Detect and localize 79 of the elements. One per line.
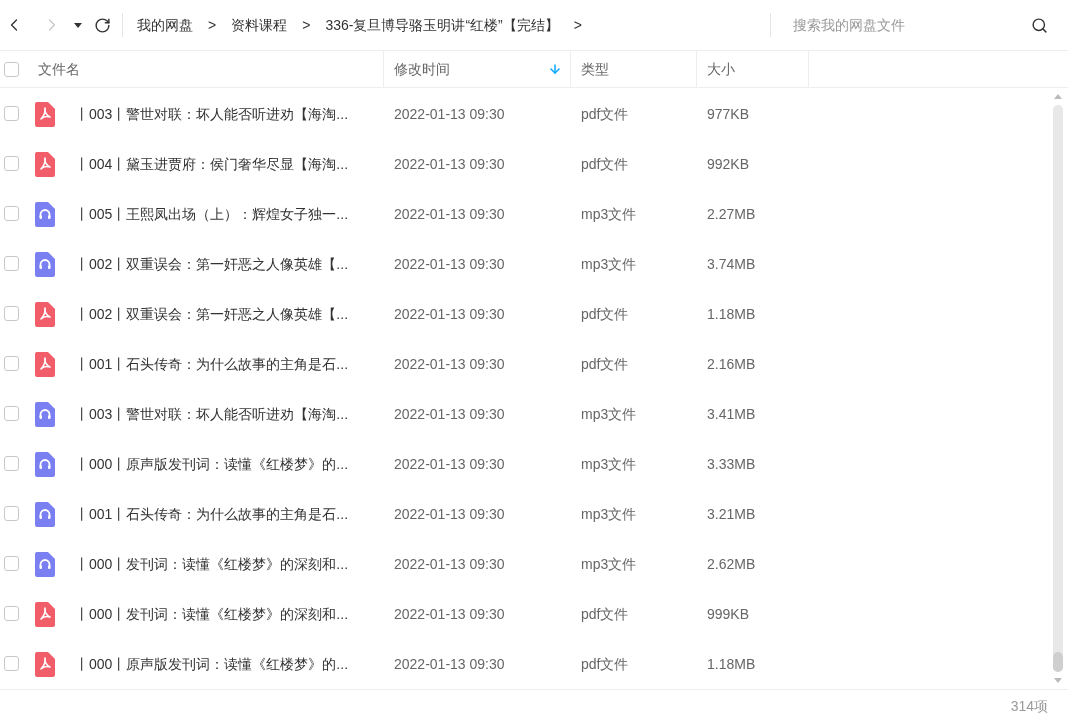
breadcrumb-link[interactable]: 我的网盘 [137, 14, 193, 36]
scroll-down-icon [1054, 678, 1062, 683]
file-size: 2.27MB [706, 204, 757, 224]
scroll-up-icon [1054, 94, 1062, 99]
column-header[interactable]: 文件名 [0, 51, 384, 87]
checkbox[interactable] [4, 256, 19, 271]
caret-icon [74, 22, 82, 28]
column-header[interactable]: 类型 [571, 51, 697, 87]
checkbox[interactable] [4, 406, 19, 421]
refresh-button[interactable] [92, 15, 112, 35]
file-size: 2.62MB [706, 554, 757, 574]
file-name[interactable]: 丨005丨王熙凤出场（上）：辉煌女子独一... [75, 203, 349, 225]
modified-time: 2022-01-13 09:30 [393, 154, 506, 174]
breadcrumb-link[interactable]: 336-复旦博导骆玉明讲“红楼”【完结】 [325, 14, 559, 36]
file-name[interactable]: 丨003丨警世对联：坏人能否听进劝【海淘... [75, 403, 349, 425]
modified-time: 2022-01-13 09:30 [393, 304, 506, 324]
file-type: pdf文件 [580, 104, 630, 124]
breadcrumb-separator: > [208, 15, 217, 35]
file-size: 977KB [706, 104, 751, 124]
modified-time: 2022-01-13 09:30 [393, 454, 506, 474]
file-name[interactable]: 丨000丨发刊词：读懂《红楼梦》的深刻和... [75, 603, 349, 625]
checkbox[interactable] [4, 556, 19, 571]
breadcrumb-link[interactable]: 资料课程 [231, 14, 288, 36]
modified-time: 2022-01-13 09:30 [393, 104, 506, 124]
file-size: 2.16MB [706, 354, 757, 374]
checkbox[interactable] [4, 656, 19, 671]
file-size: 3.21MB [706, 504, 757, 524]
file-name[interactable]: 丨002丨双重误会：第一奸恶之人像英雄【... [75, 253, 349, 275]
modified-time: 2022-01-13 09:30 [393, 504, 506, 524]
checkbox[interactable] [4, 456, 19, 471]
file-size: 3.33MB [706, 454, 757, 474]
file-name[interactable]: 丨002丨双重误会：第一奸恶之人像英雄【... [75, 303, 349, 325]
item-count: 314项 [1010, 697, 1048, 716]
modified-time: 2022-01-13 09:30 [393, 254, 506, 274]
file-name[interactable]: 丨004丨黛玉进贾府：侯门奢华尽显【海淘... [75, 153, 349, 175]
file-size: 1.18MB [706, 654, 757, 674]
checkbox[interactable] [4, 206, 19, 221]
column-header[interactable]: 大小 [697, 51, 809, 87]
file-type: mp3文件 [580, 404, 638, 424]
breadcrumb-separator: > [302, 15, 311, 35]
file-type: pdf文件 [580, 354, 630, 374]
file-name[interactable]: 丨003丨警世对联：坏人能否听进劝【海淘... [75, 103, 349, 125]
checkbox[interactable] [4, 356, 19, 371]
file-type: mp3文件 [580, 504, 638, 524]
column-header[interactable]: 修改时间 [384, 51, 571, 87]
file-type: pdf文件 [580, 604, 630, 624]
file-name[interactable]: 丨000丨原声版发刊词：读懂《红楼梦》的... [75, 653, 349, 675]
file-name[interactable]: 丨000丨原声版发刊词：读懂《红楼梦》的... [75, 453, 349, 475]
file-size: 1.18MB [706, 304, 757, 324]
checkbox[interactable] [4, 606, 19, 621]
file-size: 992KB [706, 154, 751, 174]
file-type: mp3文件 [580, 554, 638, 574]
checkbox[interactable] [4, 106, 19, 121]
modified-time: 2022-01-13 09:30 [393, 554, 506, 574]
modified-time: 2022-01-13 09:30 [393, 204, 506, 224]
file-type: pdf文件 [580, 304, 630, 324]
file-name[interactable]: 丨000丨发刊词：读懂《红楼梦》的深刻和... [75, 553, 349, 575]
checkbox[interactable] [4, 506, 19, 521]
checkbox[interactable] [4, 306, 19, 321]
modified-time: 2022-01-13 09:30 [393, 604, 506, 624]
checkbox[interactable] [4, 62, 19, 77]
search-field[interactable]: 搜索我的网盘文件 [793, 14, 1031, 36]
checkbox[interactable] [4, 156, 19, 171]
breadcrumb-separator: > [573, 15, 582, 35]
modified-time: 2022-01-13 09:30 [393, 354, 506, 374]
scrollbar-thumb[interactable] [1053, 652, 1063, 672]
file-size: 3.74MB [706, 254, 757, 274]
file-type: mp3文件 [580, 204, 638, 224]
search-icon [1031, 16, 1048, 34]
file-name[interactable]: 丨001丨石头传奇：为什么故事的主角是石... [75, 503, 349, 525]
file-type: pdf文件 [580, 654, 630, 674]
file-size: 3.41MB [706, 404, 757, 424]
modified-time: 2022-01-13 09:30 [393, 654, 506, 674]
file-name[interactable]: 丨001丨石头传奇：为什么故事的主角是石... [75, 353, 349, 375]
file-type: mp3文件 [580, 454, 638, 474]
file-type: pdf文件 [580, 154, 630, 174]
modified-time: 2022-01-13 09:30 [393, 404, 506, 424]
file-size: 999KB [706, 604, 751, 624]
file-type: mp3文件 [580, 254, 638, 274]
